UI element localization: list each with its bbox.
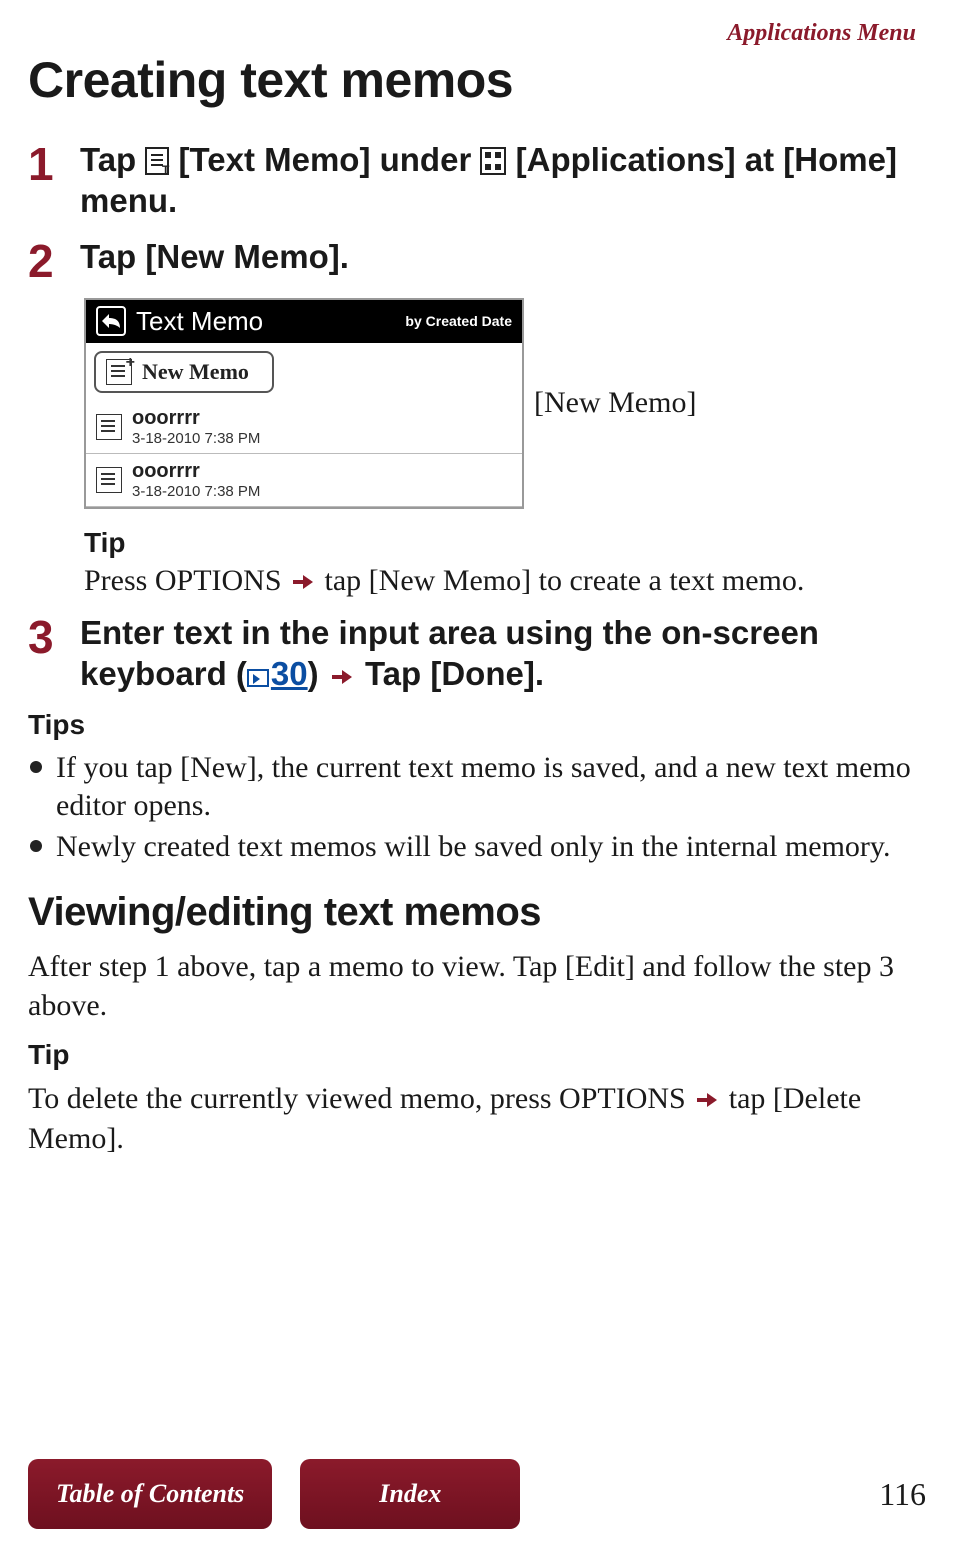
tip2-heading: Tip bbox=[28, 1039, 926, 1071]
tip-body: Press OPTIONS tap [New Memo] to create a… bbox=[84, 563, 926, 600]
tip2-body: To delete the currently viewed memo, pre… bbox=[28, 1079, 926, 1158]
step-1: 1Tap [Text Memo] under [Applications] at… bbox=[28, 139, 926, 222]
step-number: 2 bbox=[28, 236, 80, 284]
callout-label: [New Memo] bbox=[534, 386, 696, 420]
new-memo-label: New Memo bbox=[142, 359, 249, 385]
header-section-link[interactable]: Applications Menu bbox=[28, 20, 926, 47]
page-ref-icon bbox=[247, 669, 269, 687]
arrow-right-icon bbox=[293, 564, 313, 600]
page-number: 116 bbox=[879, 1476, 926, 1513]
step-text: Tap [New Memo]. bbox=[80, 236, 926, 284]
memo-date: 3-18-2010 7:38 PM bbox=[132, 430, 260, 447]
tip-heading: Tip bbox=[84, 527, 926, 559]
toc-button[interactable]: Table of Contents bbox=[28, 1459, 272, 1529]
callout: [New Memo] bbox=[522, 386, 696, 420]
memo-row: ooorrrr3-18-2010 7:38 PM bbox=[86, 401, 522, 454]
screenshot-titlebar: Text Memoby Created Date bbox=[86, 300, 522, 343]
page-link[interactable]: 30 bbox=[271, 655, 308, 692]
memo-title: ooorrrr bbox=[132, 460, 260, 483]
step-2: 2Tap [New Memo]. bbox=[28, 236, 926, 284]
new-memo-button: New Memo bbox=[94, 351, 274, 393]
page-title: Creating text memos bbox=[28, 51, 926, 109]
memo-date: 3-18-2010 7:38 PM bbox=[132, 483, 260, 500]
screenshot-sort: by Created Date bbox=[405, 313, 512, 329]
memo-icon bbox=[96, 467, 122, 493]
applications-icon bbox=[480, 147, 506, 175]
arrow-right-icon bbox=[697, 1080, 717, 1119]
tip-item: If you tap [New], the current text memo … bbox=[28, 749, 926, 824]
text-memo-icon bbox=[145, 147, 169, 175]
screenshot-title: Text Memo bbox=[136, 306, 405, 337]
arrow-right-icon bbox=[332, 654, 352, 695]
memo-icon bbox=[96, 414, 122, 440]
bottom-nav: Table of Contents Index 116 bbox=[28, 1459, 926, 1529]
tips-heading: Tips bbox=[28, 709, 926, 741]
step-text: Tap [Text Memo] under [Applications] at … bbox=[80, 139, 926, 222]
back-icon bbox=[96, 306, 126, 336]
tip-item: Newly created text memos will be saved o… bbox=[28, 828, 926, 866]
screenshot-figure: Text Memoby Created DateNew Memoooorrrr3… bbox=[84, 298, 926, 509]
step-text: Enter text in the input area using the o… bbox=[80, 612, 926, 696]
index-button[interactable]: Index bbox=[300, 1459, 520, 1529]
memo-row: ooorrrr3-18-2010 7:38 PM bbox=[86, 454, 522, 507]
screenshot: Text Memoby Created DateNew Memoooorrrr3… bbox=[84, 298, 524, 509]
step-number: 3 bbox=[28, 612, 80, 696]
sub-heading: Viewing/editing text memos bbox=[28, 890, 926, 935]
step-number: 1 bbox=[28, 139, 80, 222]
sub-body: After step 1 above, tap a memo to view. … bbox=[28, 947, 926, 1025]
step-3: 3Enter text in the input area using the … bbox=[28, 612, 926, 696]
new-memo-icon bbox=[106, 359, 132, 385]
tips-list: If you tap [New], the current text memo … bbox=[28, 749, 926, 866]
memo-title: ooorrrr bbox=[132, 407, 260, 430]
